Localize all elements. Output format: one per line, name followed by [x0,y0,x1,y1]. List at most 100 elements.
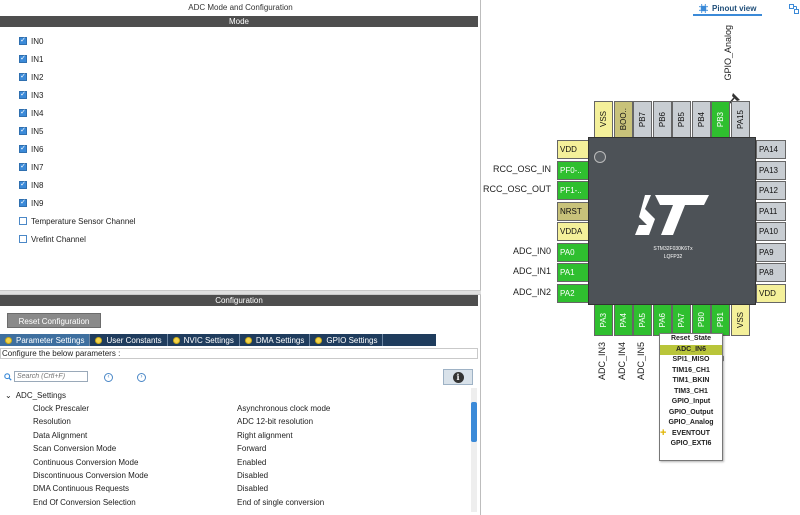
tab-nvic-settings[interactable]: NVIC Settings [168,334,240,346]
mcu-chip[interactable]: STM32F030K6Tx LQFP32 [588,137,756,305]
menu-item-spi1-miso[interactable]: SPI1_MISO [660,355,722,366]
menu-item-reset-state[interactable]: Reset_State [660,334,722,345]
pin-pf1[interactable]: PF1-.. [557,181,589,200]
parameter-row[interactable]: Scan Conversion Mode Forward [0,442,470,455]
parameter-row[interactable]: Continuous Conversion Mode Enabled [0,456,470,469]
pin-vdda[interactable]: VDDA [557,222,589,241]
checkbox-vrefint-channel[interactable] [19,235,27,243]
parameter-row[interactable]: Clock Prescaler Asynchronous clock mode [0,402,470,415]
menu-item-gpio-input[interactable]: GPIO_Input [660,397,722,408]
pin-pa10[interactable]: PA10 [756,222,786,241]
input-checkbox-row[interactable]: ✓ IN3 [19,88,43,102]
tab-parameter-settings[interactable]: Parameter Settings [0,334,91,346]
search-icon[interactable] [4,372,12,381]
pin-pb3[interactable]: PB3 [711,101,730,138]
menu-item-tim16-ch1[interactable]: TIM16_CH1 [660,366,722,377]
system-view-icon[interactable] [789,4,799,14]
pin-pa2[interactable]: PA2 [557,283,589,303]
parameter-value[interactable]: End of single conversion [237,496,324,509]
checkbox-in4[interactable]: ✓ [19,109,27,117]
pin-pa13[interactable]: PA13 [756,160,786,180]
input-checkbox-row[interactable]: ✓ IN4 [19,106,43,120]
menu-item-gpio-output[interactable]: GPIO_Output [660,408,722,419]
tab-user-constants[interactable]: User Constants [90,334,168,346]
parameter-value[interactable]: Asynchronous clock mode [237,402,330,415]
pin-pa8[interactable]: PA8 [756,263,786,282]
pin-pb4[interactable]: PB4 [691,101,711,138]
parameter-row[interactable]: End Of Conversion Selection End of single… [0,496,470,509]
search-next-icon[interactable]: › [137,373,146,382]
input-checkbox-row[interactable]: ✓ IN2 [19,70,43,84]
search-input[interactable] [14,371,88,382]
info-button[interactable]: i [443,369,473,385]
checkbox-in8[interactable]: ✓ [19,181,27,189]
pin-boo[interactable]: BOO.. [613,101,633,138]
parameter-row[interactable]: Data Alignment Right alignment [0,429,470,442]
pin-pa11[interactable]: PA11 [756,201,786,221]
input-checkbox-row[interactable]: ✓ IN0 [19,34,43,48]
input-checkbox-row[interactable]: ✓ IN1 [19,52,43,66]
pin-vdd[interactable]: VDD [756,283,786,303]
pin-vdd[interactable]: VDD [557,140,589,159]
pin-nrst[interactable]: NRST [557,201,589,221]
parameter-row[interactable]: Resolution ADC 12-bit resolution [0,415,470,428]
parameter-value[interactable]: Disabled [237,469,268,482]
pin-pa0[interactable]: PA0 [557,242,589,262]
tab-gpio-settings[interactable]: GPIO Settings [310,334,384,346]
input-checkbox-row[interactable]: ✓ IN9 [19,196,43,210]
pin-pa7[interactable]: PA7 [672,304,691,336]
parameter-row[interactable]: Discontinuous Conversion Mode Disabled [0,469,470,482]
pinout-view-tab[interactable]: Pinout view [693,2,763,16]
collapse-chevron-icon[interactable]: ⌄ [5,391,12,400]
pin-pa3[interactable]: PA3 [594,304,613,336]
input-checkbox-row[interactable]: ✓ IN7 [19,160,43,174]
checkbox-in2[interactable]: ✓ [19,73,27,81]
parameter-value[interactable]: Enabled [237,456,266,469]
checkbox-in6[interactable]: ✓ [19,145,27,153]
pin-pa1[interactable]: PA1 [557,263,589,282]
pin-pb6[interactable]: PB6 [652,101,672,138]
tab-dma-settings[interactable]: DMA Settings [240,334,311,346]
menu-item-eventout[interactable]: EVENTOUT [660,429,722,440]
input-checkbox-row[interactable]: ✓ IN5 [19,124,43,138]
pin-pa9[interactable]: PA9 [756,242,786,262]
pin-pb0[interactable]: PB0 [691,304,711,336]
menu-item-gpio-exti6[interactable]: GPIO_EXTI6 [660,439,722,450]
checkbox-temperature-sensor-channel[interactable] [19,217,27,225]
input-checkbox-row[interactable]: ✓ IN6 [19,142,43,156]
menu-item-adc-in6[interactable]: ADC_IN6 [660,344,722,355]
checkbox-in9[interactable]: ✓ [19,199,27,207]
input-checkbox-row[interactable]: Temperature Sensor Channel [19,214,136,228]
checkbox-in0[interactable]: ✓ [19,37,27,45]
pin-pa5[interactable]: PA5 [633,304,652,336]
pin-pa6[interactable]: PA6 [652,304,672,336]
scrollbar-thumb[interactable] [471,402,477,442]
reset-configuration-button[interactable]: Reset Configuration [7,313,101,328]
parameter-scrollbar[interactable] [471,388,477,512]
adc-settings-group[interactable]: ⌄ ADC_Settings [5,391,66,400]
pin-pb7[interactable]: PB7 [633,101,652,138]
pin-pa12[interactable]: PA12 [756,181,786,200]
menu-item-tim1-bkin[interactable]: TIM1_BKIN [660,376,722,387]
parameter-value[interactable]: Forward [237,442,266,455]
parameter-value[interactable]: Disabled [237,482,268,495]
input-checkbox-row[interactable]: ✓ IN8 [19,178,43,192]
pin-vss[interactable]: VSS [730,304,750,336]
menu-item-tim3-ch1[interactable]: TIM3_CH1 [660,387,722,398]
pin-pa4[interactable]: PA4 [613,304,633,336]
checkbox-in5[interactable]: ✓ [19,127,27,135]
checkbox-in1[interactable]: ✓ [19,55,27,63]
parameter-value[interactable]: Right alignment [237,429,293,442]
checkbox-in3[interactable]: ✓ [19,91,27,99]
input-checkbox-row[interactable]: Vrefint Channel [19,232,86,246]
menu-item-gpio-analog[interactable]: GPIO_Analog [660,418,722,429]
pin-vss[interactable]: VSS [594,101,613,138]
parameter-value[interactable]: ADC 12-bit resolution [237,415,313,428]
parameter-row[interactable]: DMA Continuous Requests Disabled [0,482,470,495]
search-previous-icon[interactable]: ‹ [104,373,113,382]
pin-pb1[interactable]: PB1 [711,304,730,336]
pin-pf0[interactable]: PF0-.. [557,160,589,180]
pin-pb5[interactable]: PB5 [672,101,691,138]
pin-pa15[interactable]: PA15 [730,101,750,138]
pin-pa14[interactable]: PA14 [756,140,786,159]
